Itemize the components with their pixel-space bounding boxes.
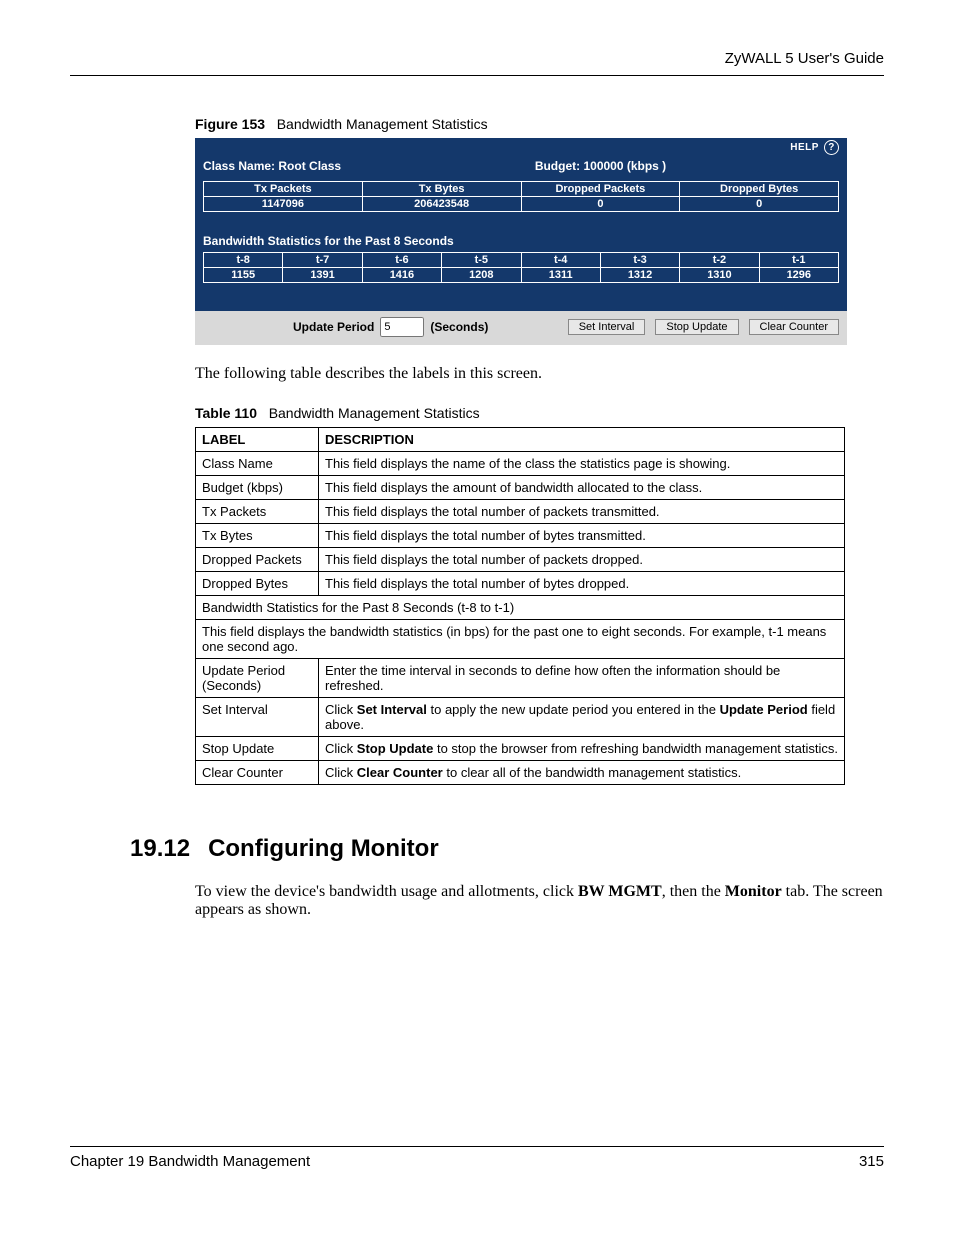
class-name-value: Class Name: Root Class — [203, 159, 468, 173]
val-tx-bytes: 206423548 — [363, 197, 522, 212]
val-t8: 1155 — [203, 268, 283, 283]
th-t3: t-3 — [601, 252, 680, 268]
row-label: Tx Packets — [196, 500, 319, 524]
th-tx-packets: Tx Packets — [203, 181, 363, 197]
row-desc: This field displays the total number of … — [319, 572, 845, 596]
figure-caption: Figure 153 Bandwidth Management Statisti… — [195, 116, 884, 132]
th-description: DESCRIPTION — [319, 428, 845, 452]
row-label: Update Period (Seconds) — [196, 659, 319, 698]
th-label: LABEL — [196, 428, 319, 452]
row-desc: This field displays the amount of bandwi… — [319, 476, 845, 500]
intro-text: The following table describes the labels… — [195, 365, 884, 383]
update-period-label: Update Period — [293, 320, 374, 334]
row-label: Tx Bytes — [196, 524, 319, 548]
row-label: Budget (kbps) — [196, 476, 319, 500]
set-interval-button[interactable]: Set Interval — [568, 319, 646, 335]
footer-left: Chapter 19 Bandwidth Management — [70, 1153, 859, 1170]
class-budget-row: Class Name: Root Class Budget: 100000 (k… — [195, 157, 847, 181]
val-dropped-packets: 0 — [522, 197, 681, 212]
row-desc: This field displays the total number of … — [319, 524, 845, 548]
val-t2: 1310 — [680, 268, 759, 283]
description-table: LABEL DESCRIPTION Class NameThis field d… — [195, 427, 845, 785]
clear-counter-button[interactable]: Clear Counter — [749, 319, 839, 335]
row-label: Dropped Bytes — [196, 572, 319, 596]
th-t1: t-1 — [760, 252, 839, 268]
th-t6: t-6 — [363, 252, 442, 268]
header-right: ZyWALL 5 User's Guide — [70, 50, 884, 67]
help-icon: ? — [824, 140, 839, 155]
th-t2: t-2 — [680, 252, 759, 268]
help-link[interactable]: HELP ? — [195, 138, 847, 157]
val-t5: 1208 — [442, 268, 521, 283]
help-label: HELP — [790, 142, 819, 153]
val-t6: 1416 — [363, 268, 442, 283]
section-paragraph: To view the device's bandwidth usage and… — [195, 883, 884, 919]
figure-title: Bandwidth Management Statistics — [277, 116, 488, 132]
page-footer: Chapter 19 Bandwidth Management 315 — [70, 1146, 884, 1170]
table-caption: Table 110 Bandwidth Management Statistic… — [195, 405, 884, 421]
control-bar: Update Period (Seconds) Set Interval Sto… — [195, 311, 847, 345]
row-desc: This field displays the total number of … — [319, 548, 845, 572]
table-title: Bandwidth Management Statistics — [269, 405, 480, 421]
row-desc: Click Set Interval to apply the new upda… — [319, 698, 845, 737]
row-desc: This field displays the total number of … — [319, 500, 845, 524]
table-num: Table 110 — [195, 405, 257, 421]
val-t4: 1311 — [522, 268, 601, 283]
row-desc: Click Stop Update to stop the browser fr… — [319, 737, 845, 761]
th-t8: t-8 — [203, 252, 283, 268]
val-dropped-bytes: 0 — [680, 197, 839, 212]
val-tx-packets: 1147096 — [203, 197, 363, 212]
section-title: Configuring Monitor — [208, 835, 439, 862]
update-period-input[interactable] — [380, 317, 424, 337]
section-heading: 19.12 Configuring Monitor — [130, 835, 884, 863]
val-t1: 1296 — [760, 268, 839, 283]
row-desc: Enter the time interval in seconds to de… — [319, 659, 845, 698]
th-tx-bytes: Tx Bytes — [363, 181, 522, 197]
row-span: Bandwidth Statistics for the Past 8 Seco… — [196, 596, 845, 620]
row-label: Set Interval — [196, 698, 319, 737]
row-label: Clear Counter — [196, 761, 319, 785]
row-desc: Click Clear Counter to clear all of the … — [319, 761, 845, 785]
th-dropped-bytes: Dropped Bytes — [680, 181, 839, 197]
th-t4: t-4 — [522, 252, 601, 268]
row-label: Dropped Packets — [196, 548, 319, 572]
th-t5: t-5 — [442, 252, 521, 268]
ui-screenshot-panel: HELP ? Class Name: Root Class Budget: 10… — [195, 138, 847, 345]
update-period-unit: (Seconds) — [430, 320, 488, 334]
row-label: Stop Update — [196, 737, 319, 761]
section-num: 19.12 — [130, 835, 190, 862]
val-t3: 1312 — [601, 268, 680, 283]
th-t7: t-7 — [283, 252, 362, 268]
row-label: Class Name — [196, 452, 319, 476]
stop-update-button[interactable]: Stop Update — [655, 319, 738, 335]
past8-title: Bandwidth Statistics for the Past 8 Seco… — [195, 212, 847, 252]
footer-page-num: 315 — [859, 1153, 884, 1170]
row-span: This field displays the bandwidth statis… — [196, 620, 845, 659]
val-t7: 1391 — [283, 268, 362, 283]
th-dropped-packets: Dropped Packets — [522, 181, 681, 197]
figure-num: Figure 153 — [195, 116, 265, 132]
header-rule — [70, 75, 884, 76]
budget-value: Budget: 100000 (kbps ) — [468, 159, 733, 173]
row-desc: This field displays the name of the clas… — [319, 452, 845, 476]
